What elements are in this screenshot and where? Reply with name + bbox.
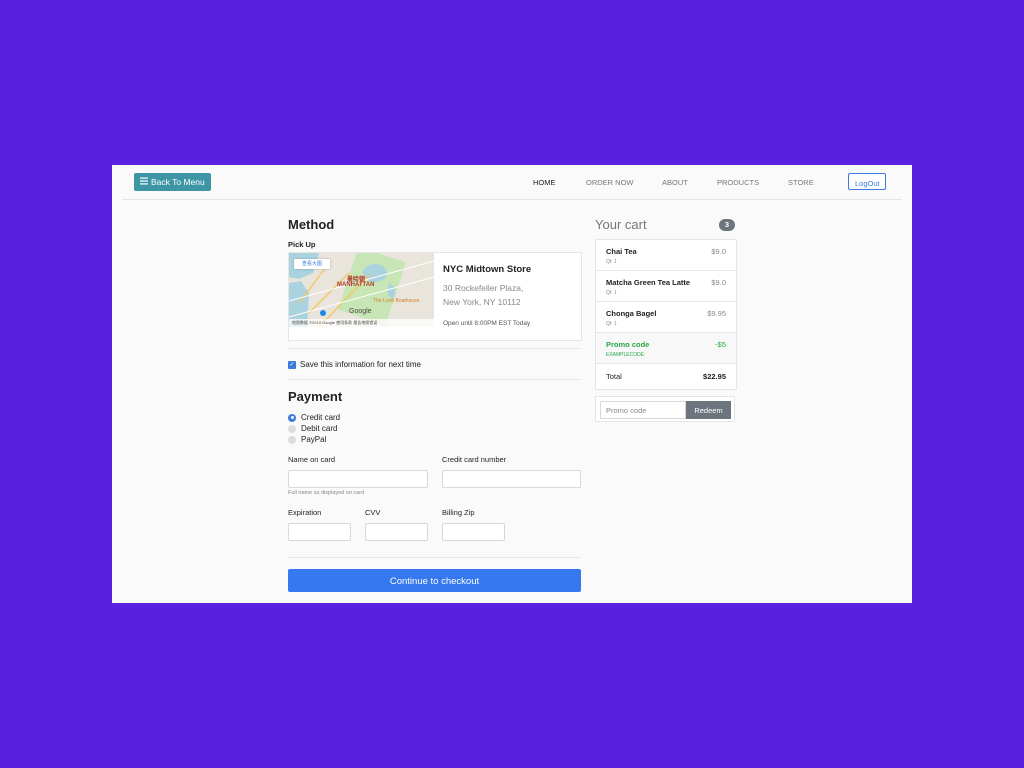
cart-list: Chai Tea Qt: 1 $9.0 Matcha Green Tea Lat… [595,239,737,390]
view-larger-map-button[interactable]: 查看大图 [294,259,330,269]
cvv-input[interactable] [365,523,428,541]
total-value: $22.95 [703,372,726,381]
store-hours: Open until 8:00PM EST Today [443,320,531,327]
top-nav: Back To Menu HOME ORDER NOW ABOUT PRODUC… [122,165,902,200]
debit-card-label: Debit card [301,424,338,433]
back-to-menu-label: Back To Menu [151,177,205,187]
radio-debit-card[interactable] [288,424,296,433]
expiration-input[interactable] [288,523,351,541]
back-to-menu-button[interactable]: Back To Menu [134,173,211,191]
cart-item-name: Chai Tea [606,247,637,256]
cart-item-price: $9.95 [707,309,726,318]
pickup-label: Pick Up [288,240,316,249]
store-name: NYC Midtown Store [443,264,532,275]
paypal-label: PayPal [301,435,327,444]
cart-item: Chai Tea Qt: 1 $9.0 [596,240,736,271]
payment-heading: Payment [288,389,343,404]
cart-item: Matcha Green Tea Latte Qt: 1 $9.0 [596,271,736,302]
cart-item-name: Chonga Bagel [606,309,657,318]
billing-zip-label: Billing Zip [442,508,475,517]
promo-code: EXAMPLECODE [606,352,645,358]
cart-item-qty: Qt: 1 [606,321,617,327]
checkout-page: Back To Menu HOME ORDER NOW ABOUT PRODUC… [112,165,912,603]
cart-item-name: Matcha Green Tea Latte [606,278,691,287]
promo-amount: -$5 [715,340,726,349]
cart-total-row: Total $22.95 [596,364,736,389]
store-address-line2: New York, NY 10112 [443,297,521,307]
save-info-checkbox[interactable]: ✓ [288,360,296,369]
cvv-label: CVV [365,508,381,517]
nav-link-home[interactable]: HOME [533,178,556,187]
cart-item-qty: Qt: 1 [606,290,617,296]
card-number-input[interactable] [442,470,581,488]
nav-link-store[interactable]: STORE [788,178,814,187]
nav-link-about[interactable]: ABOUT [662,178,688,187]
radio-credit-card[interactable] [288,413,296,422]
cart-heading: Your cart [595,217,647,232]
cart-promo-row: Promo code EXAMPLECODE -$5 [596,333,736,364]
redeem-button[interactable]: Redeem [686,401,731,419]
promo-code-input[interactable] [600,401,686,419]
method-heading: Method [288,217,335,232]
cart-item-price: $9.0 [711,247,726,256]
card-number-label: Credit card number [442,455,507,464]
store-card[interactable]: 查看大图 曼哈顿 MANHATTAN The Loeb Boathouse Go… [288,252,582,341]
continue-to-checkout-button[interactable]: Continue to checkout [288,569,581,592]
name-on-card-label: Name on card [288,455,336,464]
name-on-card-input[interactable] [288,470,428,488]
divider [288,379,581,380]
store-map[interactable]: 查看大图 曼哈顿 MANHATTAN The Loeb Boathouse Go… [289,253,434,327]
promo-label: Promo code [606,340,650,349]
menu-icon [140,173,148,191]
expiration-label: Expiration [288,508,322,517]
cart-item-price: $9.0 [711,278,726,287]
save-info-row[interactable]: ✓ Save this information for next time [288,360,421,369]
store-address-line1: 30 Rockefeller Plaza, [443,283,524,293]
divider [288,348,581,349]
logout-button[interactable]: LogOut [848,173,886,190]
name-on-card-hint: Full name as displayed on card [288,490,365,496]
promo-form: Redeem [595,396,735,422]
nav-link-products[interactable]: PRODUCTS [717,178,759,187]
cart-item: Chonga Bagel Qt: 1 $9.95 [596,302,736,333]
payment-option-paypal[interactable]: PayPal [288,435,326,444]
nav-link-order-now[interactable]: ORDER NOW [586,178,634,187]
payment-option-credit-card[interactable]: Credit card [288,413,340,422]
cart-count-badge: 3 [719,219,735,231]
google-logo: Google [349,308,372,315]
map-label-manhattan: MANHATTAN [337,282,375,288]
radio-paypal[interactable] [288,435,296,444]
map-attribution: 地图数据 ©2019 Google 使用条款 报告地图错误 [289,319,434,327]
divider [288,557,581,558]
save-info-label: Save this information for next time [300,360,421,369]
map-label-boathouse: The Loeb Boathouse [373,298,420,304]
payment-option-debit-card[interactable]: Debit card [288,424,337,433]
total-label: Total [606,372,622,381]
billing-zip-input[interactable] [442,523,505,541]
credit-card-label: Credit card [301,413,341,422]
cart-item-qty: Qt: 1 [606,259,617,265]
